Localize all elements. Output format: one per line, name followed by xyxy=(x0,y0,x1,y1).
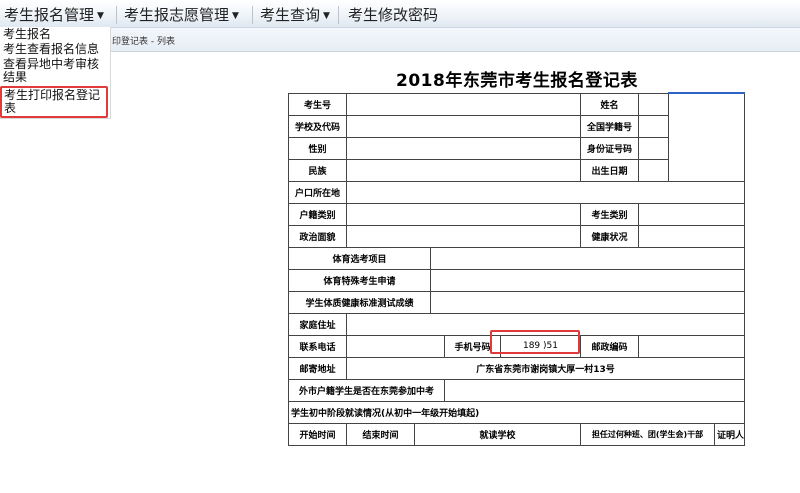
label-junior-history: 学生初中阶段就读情况(从初中一年级开始填起) xyxy=(288,400,745,424)
value-political xyxy=(346,224,581,248)
label-ethnicity: 民族 xyxy=(288,158,347,182)
menu-divider xyxy=(252,6,253,24)
header-start-time: 开始时间 xyxy=(288,422,347,446)
menu-label: 考生报名管理 xyxy=(4,6,95,24)
label-fitness: 学生体质健康标准测试成绩 xyxy=(288,290,431,314)
label-mail-address: 邮寄地址 xyxy=(288,356,347,380)
label-health: 健康状况 xyxy=(580,224,639,248)
label-national-id: 全国学籍号 xyxy=(580,114,639,138)
value-postcode xyxy=(638,334,745,358)
label-political: 政治面貌 xyxy=(288,224,347,248)
label-postcode: 邮政编码 xyxy=(580,334,639,358)
header-witness: 证明人 xyxy=(714,422,745,446)
mobile-highlight-box xyxy=(490,330,580,354)
menu-label: 考生查询 xyxy=(260,6,321,24)
label-exam-no: 考生号 xyxy=(288,92,347,116)
value-mail-address: 广东省东莞市谢岗镇大厚一村13号 xyxy=(346,356,745,380)
dropdown-item-view-registration[interactable]: 考生查看报名信息 xyxy=(0,42,110,57)
value-name xyxy=(638,92,669,116)
label-phone: 联系电话 xyxy=(288,334,347,358)
breadcrumb: 印登记表 - 列表 xyxy=(112,37,175,47)
value-phone xyxy=(346,334,445,358)
menu-divider xyxy=(338,6,339,24)
value-hukou-type xyxy=(346,202,581,226)
menu-label: 考生修改密码 xyxy=(348,6,439,24)
label-birth: 出生日期 xyxy=(580,158,639,182)
value-health xyxy=(638,224,745,248)
value-fitness xyxy=(430,290,745,314)
menu-volunteer-management[interactable]: 考生报志愿管理 ▼ xyxy=(124,4,239,26)
breadcrumb-bar: 印登记表 - 列表 xyxy=(0,28,800,52)
label-name: 姓名 xyxy=(580,92,639,116)
value-pe-special xyxy=(430,268,745,292)
header-end-time: 结束时间 xyxy=(346,422,415,446)
dropdown-item-remote-review-result[interactable]: 查看异地中考审核结果 xyxy=(0,57,110,85)
value-national-id xyxy=(638,114,669,138)
menu-registration-management[interactable]: 考生报名管理 ▼ xyxy=(4,4,104,26)
dropdown-item-register[interactable]: 考生报名 xyxy=(0,27,110,42)
registration-table: 考生号 姓名 学校及代码 全国学籍号 性别 身份证号码 民族 出生日期 户口所在… xyxy=(288,92,745,446)
label-pe-items: 体育选考项目 xyxy=(288,246,431,270)
value-birth xyxy=(638,158,669,182)
label-address: 家庭住址 xyxy=(288,312,347,336)
label-id-card: 身份证号码 xyxy=(580,136,639,160)
form-title: 2018年东莞市考生报名登记表 xyxy=(396,71,638,91)
label-gender: 性别 xyxy=(288,136,347,160)
header-position: 担任过何种班、团(学生会)干部 xyxy=(580,422,715,446)
chevron-down-icon: ▼ xyxy=(323,11,330,21)
top-menu-bar: 考生报名管理 ▼ 考生报志愿管理 ▼ 考生查询 ▼ 考生修改密码 xyxy=(0,0,800,28)
chevron-down-icon: ▼ xyxy=(232,11,239,21)
dropdown-item-print-registration-form[interactable]: 考生打印报名登记表 xyxy=(0,86,108,118)
value-exam-no xyxy=(346,92,581,116)
menu-query[interactable]: 考生查询 ▼ xyxy=(260,4,330,26)
value-gender xyxy=(346,136,581,160)
chevron-down-icon: ▼ xyxy=(97,11,104,21)
registration-form: 考生号 姓名 学校及代码 全国学籍号 性别 身份证号码 民族 出生日期 户口所在… xyxy=(288,92,745,446)
value-pe-items xyxy=(430,246,745,270)
value-id-card xyxy=(638,136,669,160)
label-pe-special: 体育特殊考生申请 xyxy=(288,268,431,292)
label-school: 学校及代码 xyxy=(288,114,347,138)
label-hukou-location: 户口所在地 xyxy=(288,180,347,204)
label-hukou-type: 户籍类别 xyxy=(288,202,347,226)
registration-dropdown-menu: 考生报名 考生查看报名信息 查看异地中考审核结果 考生打印报名登记表 xyxy=(0,27,111,119)
label-student-type: 考生类别 xyxy=(580,202,639,226)
header-school-attended: 就读学校 xyxy=(414,422,581,446)
menu-label: 考生报志愿管理 xyxy=(124,6,230,24)
photo-box xyxy=(668,92,745,182)
value-student-type xyxy=(638,202,745,226)
menu-divider xyxy=(116,6,117,24)
value-hukou-location xyxy=(346,180,745,204)
menu-change-password[interactable]: 考生修改密码 xyxy=(348,4,438,26)
value-ethnicity xyxy=(346,158,581,182)
value-outside-hukou xyxy=(444,378,745,402)
label-outside-hukou: 外市户籍学生是否在东莞参加中考 xyxy=(288,378,445,402)
value-school xyxy=(346,114,581,138)
